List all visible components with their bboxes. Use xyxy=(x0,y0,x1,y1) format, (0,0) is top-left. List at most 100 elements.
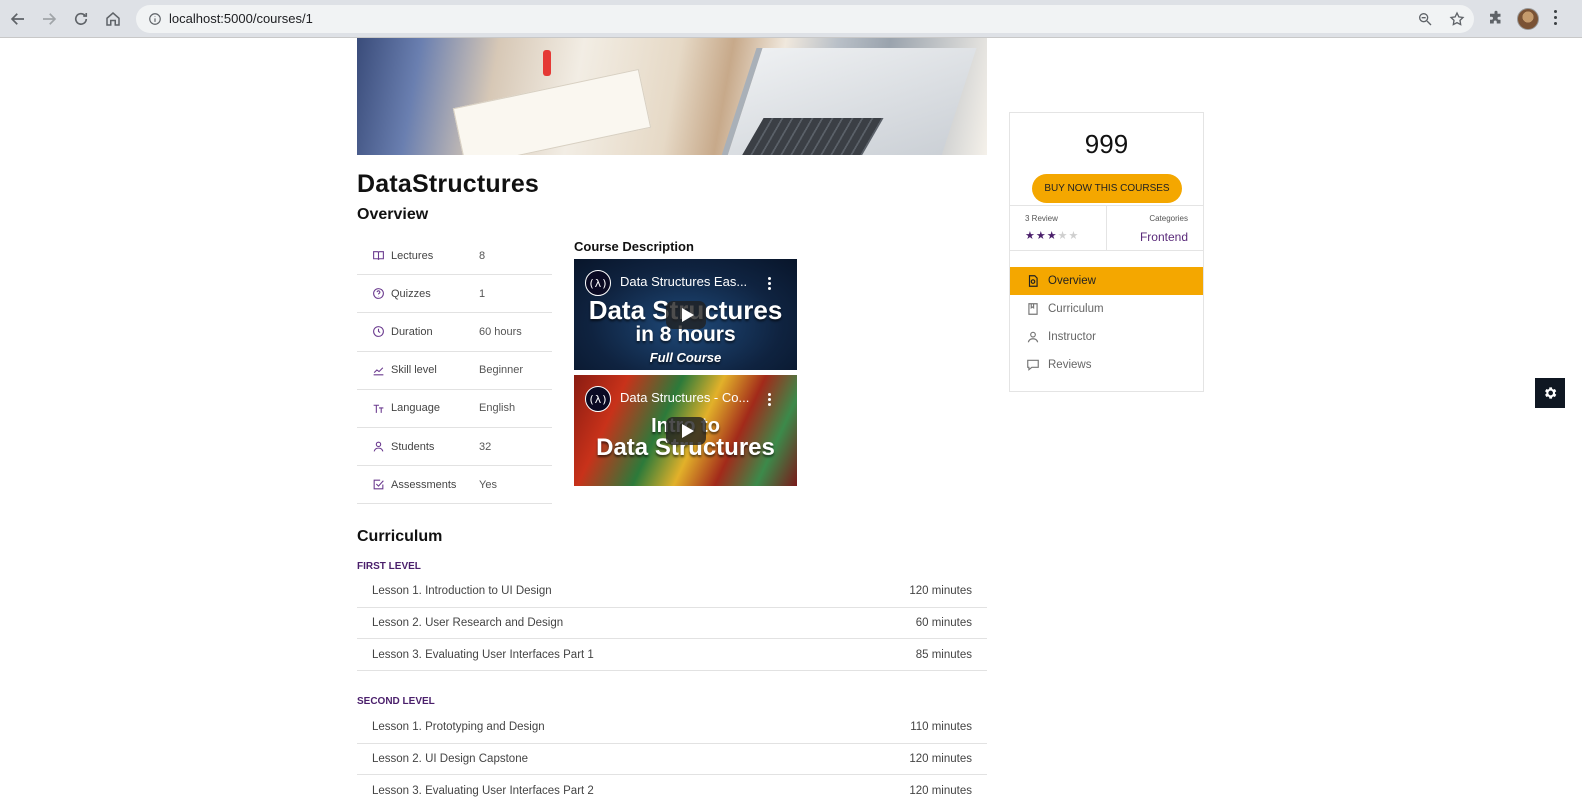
star-filled-icon: ★ xyxy=(1046,229,1058,242)
category-link[interactable]: Frontend xyxy=(1140,230,1188,244)
info-row-assessments: Assessments Yes xyxy=(357,466,552,505)
more-vert-icon[interactable] xyxy=(768,277,772,291)
course-meta: 3 Review ★★★★★ Categories Frontend xyxy=(1010,205,1203,251)
lesson-row[interactable]: Lesson 3. Evaluating User Interfaces Par… xyxy=(357,639,987,672)
checkbox-icon xyxy=(371,478,385,492)
back-button[interactable] xyxy=(7,8,29,30)
video-player-1[interactable]: (λ) Data Structures Eas... Data Structur… xyxy=(574,259,797,370)
course-description-heading: Course Description xyxy=(574,239,694,254)
arrow-right-icon xyxy=(43,13,57,25)
menu-item-instructor[interactable]: Instructor xyxy=(1010,323,1203,351)
menu-item-label: Reviews xyxy=(1048,359,1092,371)
info-row-skill-level: Skill level Beginner xyxy=(357,352,552,390)
level-heading: SECOND LEVEL xyxy=(357,696,435,707)
course-price: 999 xyxy=(1084,129,1129,159)
buy-now-button[interactable]: BUY NOW THIS COURSES xyxy=(1032,174,1182,203)
user-icon xyxy=(1025,329,1041,345)
browser-toolbar: localhost:5000/courses/1 xyxy=(0,0,1582,38)
lesson-duration: 110 minutes xyxy=(910,721,972,734)
info-label: Lectures xyxy=(391,249,434,262)
trend-chart-icon xyxy=(371,363,385,377)
lesson-title[interactable]: Lesson 3. Evaluating User Interfaces Par… xyxy=(372,649,594,661)
info-value: Beginner xyxy=(479,364,524,377)
gear-icon xyxy=(1545,387,1557,399)
lesson-duration: 120 minutes xyxy=(909,785,972,798)
reload-icon xyxy=(74,12,88,25)
clock-icon xyxy=(371,325,385,339)
menu-item-label: Instructor xyxy=(1048,331,1096,343)
thumbnail-text: Full Course xyxy=(649,350,722,365)
menu-item-reviews[interactable]: Reviews xyxy=(1010,351,1203,379)
lesson-title[interactable]: Lesson 1. Introduction to UI Design xyxy=(372,585,552,597)
star-bookmark-icon[interactable] xyxy=(1449,11,1465,27)
categories-label: Categories xyxy=(1149,214,1188,223)
lesson-title[interactable]: Lesson 2. UI Design Capstone xyxy=(372,753,528,765)
star-filled-icon: ★ xyxy=(1025,229,1036,242)
extensions-puzzle-icon[interactable] xyxy=(1487,10,1505,28)
info-label: Skill level xyxy=(391,364,437,377)
reload-button[interactable] xyxy=(70,8,92,30)
info-row-language: Language English xyxy=(357,390,552,428)
menu-item-label: Overview xyxy=(1048,275,1096,287)
info-row-lectures: Lectures 8 xyxy=(357,237,552,276)
arrow-left-icon xyxy=(10,13,24,25)
lesson-row[interactable]: Lesson 3. Evaluating User Interfaces Par… xyxy=(357,775,987,807)
course-purchase-card: 999 BUY NOW THIS COURSES 3 Review ★★★★★ … xyxy=(1009,112,1204,392)
info-icon[interactable] xyxy=(148,12,162,26)
forward-button[interactable] xyxy=(38,8,60,30)
level-heading: FIRST LEVEL xyxy=(357,561,421,572)
info-label: Duration xyxy=(391,325,433,338)
more-vert-icon[interactable] xyxy=(768,393,772,407)
star-filled-icon: ★ xyxy=(1035,229,1047,242)
review-count: 3 Review xyxy=(1025,214,1058,223)
play-button[interactable] xyxy=(666,301,706,329)
course-section-menu: Overview Curriculum Instructor Reviews xyxy=(1010,267,1203,379)
curriculum-heading: Curriculum xyxy=(357,528,443,545)
document-icon xyxy=(1025,273,1041,289)
lesson-list: Lesson 1. Prototyping and Design 110 min… xyxy=(357,712,987,807)
question-circle-icon xyxy=(371,287,385,301)
course-title: DataStructures xyxy=(357,170,540,198)
home-icon xyxy=(106,12,120,26)
lesson-title[interactable]: Lesson 2. User Research and Design xyxy=(372,617,563,629)
zoom-icon[interactable] xyxy=(1417,11,1433,27)
info-label: Assessments xyxy=(391,478,457,491)
video-title[interactable]: Data Structures - Co... xyxy=(620,390,749,405)
profile-avatar[interactable] xyxy=(1517,8,1539,30)
info-label: Students xyxy=(391,440,435,453)
star-empty-icon: ★ xyxy=(1068,229,1080,242)
lesson-title[interactable]: Lesson 3. Evaluating User Interfaces Par… xyxy=(372,785,594,797)
lesson-list: Lesson 1. Introduction to UI Design 120 … xyxy=(357,576,987,672)
video-player-2[interactable]: (λ) Data Structures - Co... Intro to Dat… xyxy=(574,375,797,486)
menu-item-label: Curriculum xyxy=(1048,303,1104,315)
star-empty-icon: ★ xyxy=(1057,229,1069,242)
video-title[interactable]: Data Structures Eas... xyxy=(620,274,747,289)
home-button[interactable] xyxy=(102,8,124,30)
lesson-duration: 120 minutes xyxy=(909,585,972,598)
info-row-duration: Duration 60 hours xyxy=(357,313,552,352)
address-bar[interactable]: localhost:5000/courses/1 xyxy=(136,5,1474,33)
lesson-duration: 60 minutes xyxy=(915,617,972,630)
lesson-title[interactable]: Lesson 1. Prototyping and Design xyxy=(372,721,545,733)
info-row-students: Students 32 xyxy=(357,428,552,467)
lesson-row[interactable]: Lesson 1. Introduction to UI Design 120 … xyxy=(357,576,987,608)
rating-stars: ★★★★★ xyxy=(1025,229,1079,242)
lesson-duration: 85 minutes xyxy=(915,648,972,661)
channel-logo[interactable]: (λ) xyxy=(585,270,611,296)
browser-menu-button[interactable] xyxy=(1553,10,1559,28)
text-size-icon xyxy=(371,401,385,415)
menu-item-curriculum[interactable]: Curriculum xyxy=(1010,295,1203,323)
menu-item-overview[interactable]: Overview xyxy=(1010,267,1203,295)
chat-bubble-icon xyxy=(1025,357,1041,373)
info-value: 8 xyxy=(479,249,486,262)
lesson-row[interactable]: Lesson 2. User Research and Design 60 mi… xyxy=(357,608,987,640)
info-value: 60 hours xyxy=(479,325,522,338)
info-value: 1 xyxy=(479,287,486,300)
play-button[interactable] xyxy=(666,417,706,445)
info-label: Quizzes xyxy=(391,287,431,300)
lesson-row[interactable]: Lesson 1. Prototyping and Design 110 min… xyxy=(357,712,987,744)
settings-toggle-button[interactable] xyxy=(1535,378,1565,408)
url-text[interactable]: localhost:5000/courses/1 xyxy=(169,11,313,26)
channel-logo[interactable]: (λ) xyxy=(585,386,611,412)
lesson-row[interactable]: Lesson 2. UI Design Capstone 120 minutes xyxy=(357,744,987,776)
